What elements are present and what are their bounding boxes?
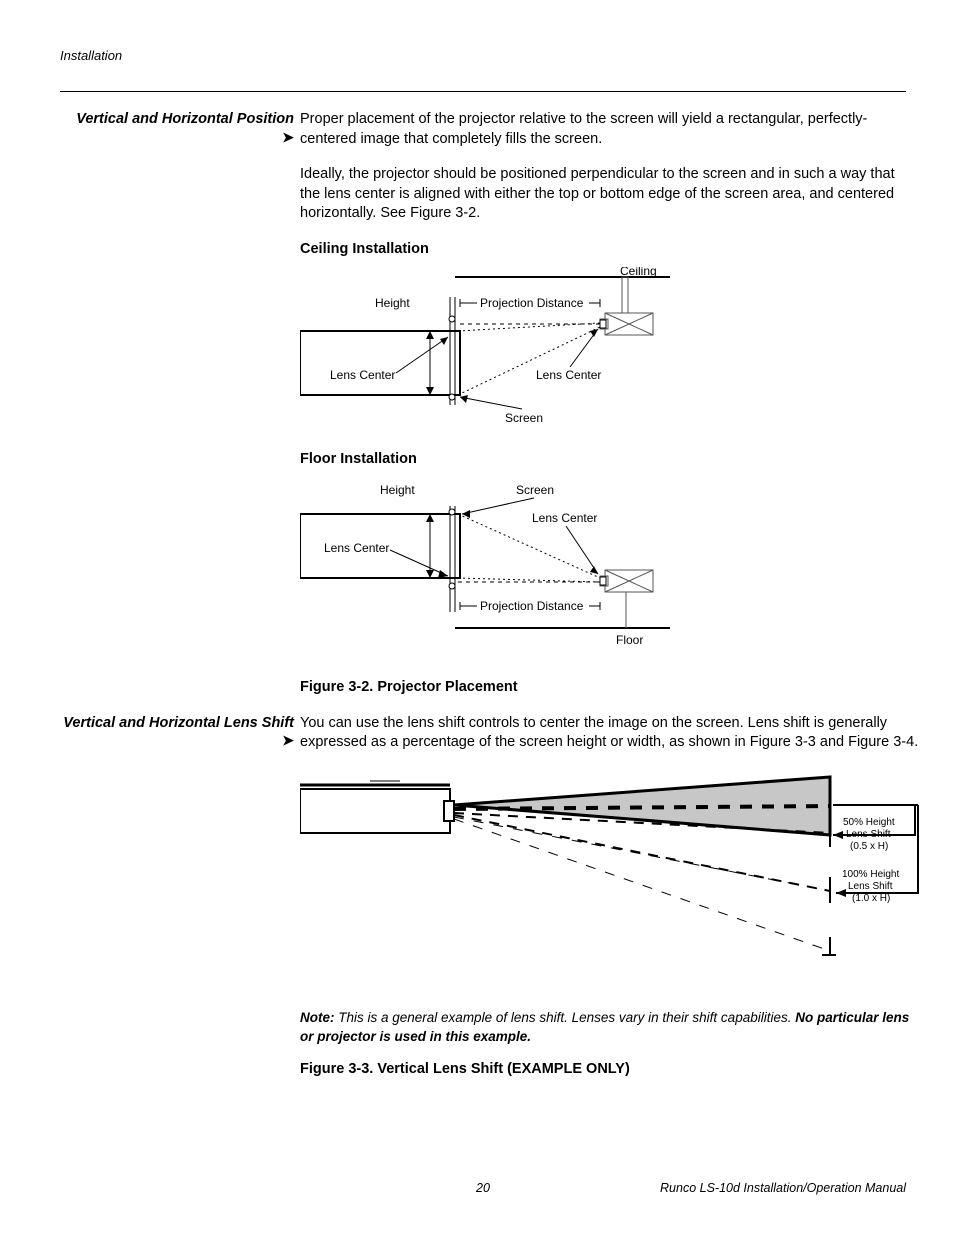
diagram-ceiling: Ceiling Projection Distance Height: [300, 267, 720, 437]
header-section-label: Installation: [60, 48, 906, 63]
label-lens-center-r: Lens Center: [536, 368, 601, 382]
label-50-1: 50% Height: [843, 817, 895, 828]
doc-title: Runco LS-10d Installation/Operation Manu…: [660, 1181, 906, 1195]
label-height-f: Height: [380, 483, 415, 497]
fig33-caption: Figure 3-3. Vertical Lens Shift (EXAMPLE…: [300, 1060, 920, 1080]
page-footer: 20 Runco LS-10d Installation/Operation M…: [60, 1181, 906, 1195]
section-position: Vertical and Horizontal Position ➤ Prope…: [60, 110, 906, 714]
label-ceiling: Ceiling: [620, 267, 657, 278]
side-heading-position: Vertical and Horizontal Position: [76, 110, 294, 129]
label-lens-center-l: Lens Center: [330, 368, 395, 382]
note-label: Note:: [300, 1010, 335, 1025]
label-lens-center-rf: Lens Center: [532, 511, 597, 525]
note-body: This is a general example of lens shift.…: [335, 1010, 796, 1025]
label-100-1: 100% Height: [842, 869, 899, 880]
label-height: Height: [375, 296, 410, 310]
label-100-2: Lens Shift: [848, 881, 893, 892]
label-100-3: (1.0 x H): [852, 893, 890, 904]
page: Installation Vertical and Horizontal Pos…: [0, 0, 954, 1235]
page-number: 20: [476, 1181, 490, 1195]
arrow-icon: ➤: [282, 732, 294, 749]
label-screen-f: Screen: [516, 483, 554, 497]
fig32-caption: Figure 3-2. Projector Placement: [300, 678, 906, 698]
side-heading-lensshift: Vertical and Horizontal Lens Shift: [63, 714, 294, 733]
label-lens-center-lf: Lens Center: [324, 541, 389, 555]
para-ideal: Ideally, the projector should be positio…: [300, 165, 906, 224]
section-lens-shift: Vertical and Horizontal Lens Shift ➤ You…: [60, 714, 906, 1096]
header-rule: [60, 91, 906, 92]
label-floor: Floor: [616, 633, 643, 647]
label-screen: Screen: [505, 411, 543, 425]
label-proj-dist-f: Projection Distance: [480, 599, 584, 613]
diagram-floor: Height Screen Lens Center: [300, 478, 720, 658]
label-proj-dist: Projection Distance: [480, 296, 584, 310]
diagram-lens-shift: Screen Center 0%: [300, 769, 920, 989]
fig33-note: Note: This is a general example of lens …: [300, 1009, 920, 1045]
label-50-2: Lens Shift: [846, 829, 891, 840]
arrow-icon: ➤: [282, 129, 294, 146]
label-50-3: (0.5 x H): [850, 841, 888, 852]
para-lensshift: You can use the lens shift controls to c…: [300, 714, 920, 753]
floor-install-title: Floor Installation: [300, 450, 906, 470]
ceiling-install-title: Ceiling Installation: [300, 240, 906, 260]
para-placement: Proper placement of the projector relati…: [300, 110, 906, 149]
